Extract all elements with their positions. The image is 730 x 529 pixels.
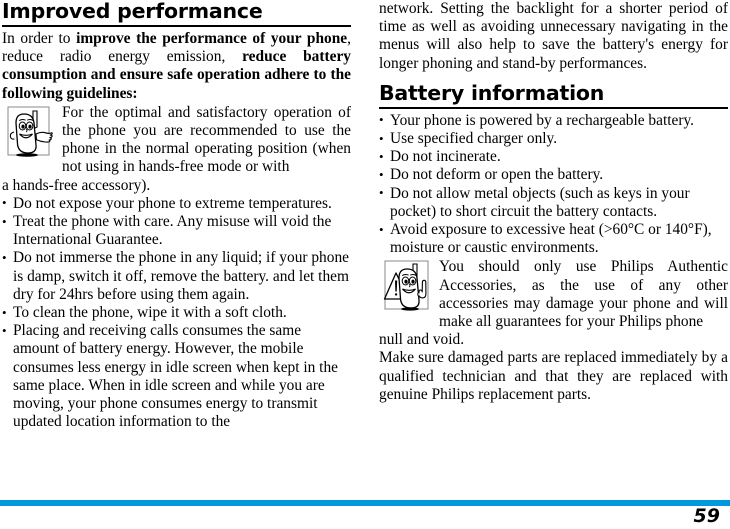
note-philips-accessories: You should only use Philips Authentic Ac… (379, 258, 728, 331)
intro-bold-part1: improve the performance of your phone (76, 30, 348, 47)
phone-character-thumbs-up-icon (6, 105, 58, 165)
list-item: Do not deform or open the battery. (379, 166, 728, 184)
list-item: Do not immerse the phone in any liquid; … (2, 249, 351, 304)
list-item: Do not incinerate. (379, 148, 728, 166)
page-title-improved-performance: Improved performance (2, 0, 263, 23)
section-title-battery-information: Battery information (379, 80, 605, 105)
note-optimal-operation: For the optimal and satisfactory operati… (2, 104, 351, 177)
battery-information-list: Your phone is powered by a rechargeable … (379, 111, 728, 258)
list-item: Do not expose your phone to extreme temp… (2, 194, 351, 213)
intro-paragraph: In order to improve the performance of y… (2, 30, 351, 103)
closing-paragraph: Make sure damaged parts are replaced imm… (379, 349, 728, 403)
note-philips-accessories-tail: null and void. (379, 331, 465, 349)
left-column: Improved performance In order to improve… (2, 0, 351, 431)
page-number: 59 (693, 505, 720, 527)
list-item: Avoid exposure to excessive heat (>60°C … (379, 221, 728, 257)
left-guidelines-list: Do not expose your phone to extreme temp… (2, 194, 351, 432)
list-item: To clean the phone, wipe it with a soft … (2, 304, 351, 322)
continuation-paragraph: network. Setting the backlight for a sho… (379, 0, 728, 72)
list-item: Use specified charger only. (379, 130, 728, 148)
footer-accent-bar (0, 500, 730, 506)
list-item: Your phone is powered by a rechargeable … (379, 111, 728, 130)
title-rule (2, 25, 351, 27)
note-optimal-operation-text: For the optimal and satisfactory operati… (62, 103, 351, 176)
intro-text-part1: In order to (2, 30, 77, 47)
note-philips-accessories-text: You should only use Philips Authentic Ac… (439, 258, 728, 331)
note-optimal-operation-tail: a hands-free accessory). (2, 176, 151, 194)
phone-character-warning-triangle-icon (383, 259, 435, 319)
list-item: Placing and receiving calls consumes the… (2, 322, 351, 431)
battery-title-rule (379, 106, 728, 109)
list-item: Treat the phone with care. Any misuse wi… (2, 213, 351, 249)
right-column: network. Setting the backlight for a sho… (379, 0, 728, 404)
list-item: Do not allow metal objects (such as keys… (379, 184, 728, 221)
manual-page: Improved performance In order to improve… (0, 0, 730, 529)
